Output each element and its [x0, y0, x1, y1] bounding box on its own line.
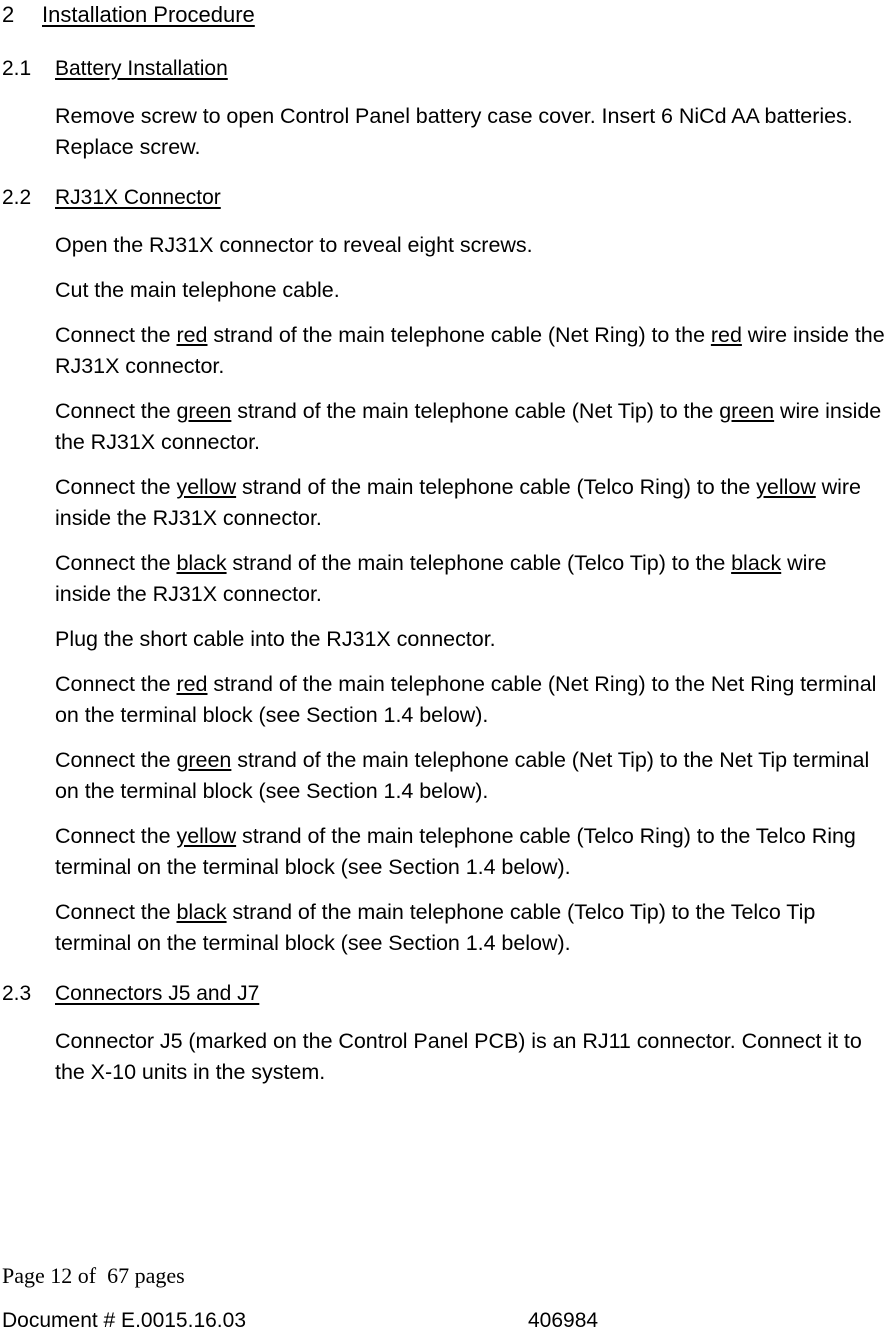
text-run: strand of the main telephone cable (Net …	[231, 399, 720, 423]
text-run: Connect the	[55, 900, 177, 924]
text-run: strand of the main telephone cable (Net …	[207, 323, 711, 347]
footer-meta-row: Document # E.0015.16.03 406984	[0, 1306, 886, 1336]
text-run: Connect the	[55, 748, 177, 772]
paragraph-yellow-wire: Connect the yellow strand of the main te…	[55, 472, 885, 534]
subsection-number: 2.1	[2, 57, 32, 80]
paragraph-red-wire: Connect the red strand of the main telep…	[55, 320, 885, 382]
footer-part-code: 406984	[528, 1309, 599, 1332]
subsection-number: 2.2	[2, 186, 32, 209]
text-run: Connect the	[55, 672, 177, 696]
page-footer: Page 12 of 67 pages Document # E.0015.16…	[0, 1262, 886, 1336]
paragraph-yellow-terminal: Connect the yellow strand of the main te…	[55, 821, 885, 883]
color-term-red: red	[176, 323, 208, 347]
paragraph-cut-cable: Cut the main telephone cable.	[55, 278, 340, 302]
paragraph-black-wire: Connect the black strand of the main tel…	[55, 548, 885, 610]
text-run: Connect the	[55, 824, 177, 848]
footer-page-label: Page 12 of 67 pages	[2, 1263, 185, 1288]
text-run: Connect the	[55, 475, 177, 499]
text-run: Connect the	[55, 551, 177, 575]
subsection-heading-2-3: 2.3 Connectors J5 and J7	[0, 979, 886, 1012]
paragraph-plug-short-cable: Plug the short cable into the RJ31X conn…	[55, 627, 496, 651]
color-term-yellow: yellow	[756, 475, 816, 499]
section-heading-2: 2 Installation Procedure	[0, 0, 886, 34]
color-term-yellow: yellow	[176, 475, 237, 499]
subsection-title: Connectors J5 and J7	[55, 982, 260, 1005]
color-term-red: red	[710, 323, 742, 347]
subsection-title: Battery Installation	[55, 57, 228, 80]
paragraph-green-terminal: Connect the green strand of the main tel…	[55, 745, 885, 807]
section-number: 2	[2, 2, 15, 27]
text-run: strand of the main telephone cable (Telc…	[236, 475, 757, 499]
subsection-heading-2-2: 2.2 RJ31X Connector	[0, 183, 886, 216]
paragraph-connector-j5: Connector J5 (marked on the Control Pane…	[55, 1029, 862, 1084]
section-title: Installation Procedure	[42, 2, 255, 27]
paragraph-open-connector: Open the RJ31X connector to reveal eight…	[55, 233, 533, 257]
text-run: Connect the	[55, 399, 177, 423]
color-term-red: red	[176, 672, 208, 696]
paragraph-red-terminal: Connect the red strand of the main telep…	[55, 669, 885, 731]
document-page: 2 Installation Procedure 2.1 Battery Ins…	[0, 0, 886, 1336]
color-term-black: black	[176, 551, 227, 575]
text-run: strand of the main telephone cable (Telc…	[226, 551, 732, 575]
paragraph-battery-install: Remove screw to open Control Panel batte…	[55, 104, 853, 159]
footer-document-number: Document # E.0015.16.03	[2, 1309, 247, 1332]
color-term-black: black	[731, 551, 782, 575]
text-run: Connect the	[55, 323, 177, 347]
subsection-heading-2-1: 2.1 Battery Installation	[0, 54, 886, 87]
color-term-green: green	[176, 399, 232, 423]
paragraph-black-terminal: Connect the black strand of the main tel…	[55, 897, 885, 959]
color-term-green: green	[176, 748, 232, 772]
color-term-black: black	[176, 900, 227, 924]
color-term-yellow: yellow	[176, 824, 237, 848]
subsection-number: 2.3	[2, 982, 32, 1005]
subsection-title: RJ31X Connector	[55, 186, 221, 209]
color-term-green: green	[719, 399, 775, 423]
paragraph-green-wire: Connect the green strand of the main tel…	[55, 396, 885, 458]
